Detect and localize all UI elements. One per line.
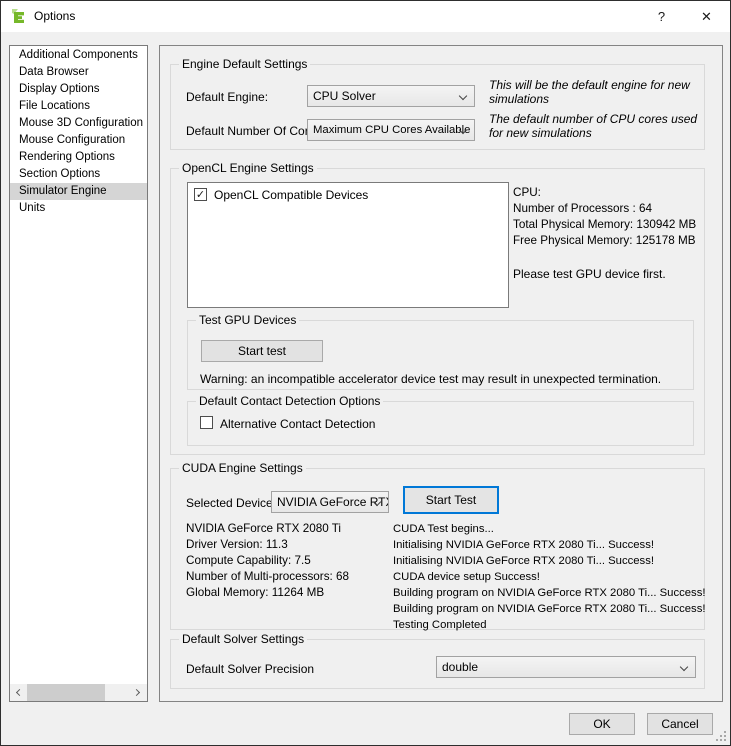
test-gpu-devices-group: Test GPU Devices Start test Warning: an …: [187, 320, 694, 390]
opencl-devices-checkbox[interactable]: ✓: [194, 188, 207, 201]
default-engine-label: Default Engine:: [186, 90, 268, 104]
cpu-info-line: CPU:: [513, 185, 696, 201]
opencl-devices-checkbox-label: OpenCL Compatible Devices: [214, 188, 368, 202]
cuda-test-log-line: CUDA device setup Success!: [393, 569, 705, 585]
engine-default-settings-group: Engine Default Settings Default Engine: …: [170, 64, 705, 150]
cuda-device-info-line: Driver Version: 11.3: [186, 537, 349, 553]
sidebar-item-mouse-3d-configuration[interactable]: Mouse 3D Configuration: [10, 115, 147, 132]
sidebar-item-file-locations[interactable]: File Locations: [10, 98, 147, 115]
cuda-device-info-line: NVIDIA GeForce RTX 2080 Ti: [186, 521, 349, 537]
cuda-test-log-line: Testing Completed: [393, 617, 705, 633]
cores-value: Maximum CPU Cores Available: [313, 124, 470, 136]
cuda-device-info-line: Compute Capability: 7.5: [186, 553, 349, 569]
solver-precision-label: Default Solver Precision: [186, 662, 314, 676]
sidebar-item-display-options[interactable]: Display Options: [10, 81, 147, 98]
alternative-contact-label: Alternative Contact Detection: [220, 417, 375, 431]
default-engine-value: CPU Solver: [313, 89, 376, 103]
group-title: Default Contact Detection Options: [196, 394, 383, 408]
alternative-contact-checkbox[interactable]: [200, 416, 213, 429]
gpu-test-hint: Please test GPU device first.: [513, 266, 666, 282]
sidebar-item-additional-components[interactable]: Additional Components: [10, 47, 147, 64]
sidebar-item-section-options[interactable]: Section Options: [10, 166, 147, 183]
cuda-test-log: CUDA Test begins... Initialising NVIDIA …: [393, 521, 705, 633]
chevron-down-icon: [459, 92, 467, 100]
window-title: Options: [34, 1, 75, 32]
opencl-devices-listbox[interactable]: ✓ OpenCL Compatible Devices: [187, 182, 509, 308]
solver-precision-value: double: [442, 660, 478, 674]
cuda-device-info-line: Number of Multi-processors: 68: [186, 569, 349, 585]
sidebar-item-rendering-options[interactable]: Rendering Options: [10, 149, 147, 166]
sidebar-item-data-browser[interactable]: Data Browser: [10, 64, 147, 81]
cuda-device-info-line: Global Memory: 11264 MB: [186, 585, 349, 601]
cpu-info-line: Total Physical Memory: 130942 MB: [513, 217, 696, 233]
sidebar-item-mouse-configuration[interactable]: Mouse Configuration: [10, 132, 147, 149]
group-title: OpenCL Engine Settings: [179, 161, 317, 175]
ok-button[interactable]: OK: [569, 713, 635, 735]
group-title: Test GPU Devices: [196, 313, 299, 327]
cores-select[interactable]: Maximum CPU Cores Available: [307, 119, 475, 141]
scrollbar-thumb[interactable]: [27, 684, 105, 701]
help-button[interactable]: ?: [639, 1, 684, 32]
contact-detection-group: Default Contact Detection Options Altern…: [187, 401, 694, 446]
cores-label: Default Number Of Cores: [186, 124, 321, 138]
start-test-gpu-button[interactable]: Start test: [201, 340, 323, 362]
group-title: Engine Default Settings: [179, 57, 310, 71]
cpu-info-line: Number of Processors : 64: [513, 201, 696, 217]
sidebar-item-simulator-engine[interactable]: Simulator Engine: [10, 183, 147, 200]
solver-precision-select[interactable]: double: [436, 656, 696, 678]
cuda-test-log-line: Building program on NVIDIA GeForce RTX 2…: [393, 601, 705, 617]
scroll-left-arrow-icon[interactable]: [10, 684, 27, 701]
options-dialog: Options ? ✕ Additional Components Data B…: [0, 0, 731, 746]
group-title: CUDA Engine Settings: [179, 461, 306, 475]
start-test-cuda-button[interactable]: Start Test: [403, 486, 499, 514]
cancel-button[interactable]: Cancel: [647, 713, 713, 735]
opencl-engine-settings-group: OpenCL Engine Settings ✓ OpenCL Compatib…: [170, 168, 705, 455]
cuda-test-log-line: Building program on NVIDIA GeForce RTX 2…: [393, 585, 705, 601]
simulator-engine-panel: Engine Default Settings Default Engine: …: [159, 45, 723, 702]
category-list: Additional Components Data Browser Displ…: [9, 45, 148, 702]
default-engine-select[interactable]: CPU Solver: [307, 85, 475, 107]
cuda-device-info: NVIDIA GeForce RTX 2080 Ti Driver Versio…: [186, 521, 349, 601]
app-icon: [11, 8, 28, 25]
resize-grip[interactable]: [716, 731, 726, 741]
default-engine-note: This will be the default engine for new …: [489, 78, 701, 106]
cuda-engine-settings-group: CUDA Engine Settings Selected Device: NV…: [170, 468, 705, 630]
checkmark-icon: ✓: [196, 189, 205, 201]
scroll-right-arrow-icon[interactable]: [130, 684, 147, 701]
selected-device-label: Selected Device:: [186, 496, 276, 510]
default-solver-settings-group: Default Solver Settings Default Solver P…: [170, 639, 705, 689]
gpu-test-warning: Warning: an incompatible accelerator dev…: [200, 372, 661, 386]
selected-device-select[interactable]: NVIDIA GeForce RTX: [271, 491, 389, 513]
titlebar: Options ? ✕: [1, 1, 730, 32]
sidebar-horizontal-scrollbar[interactable]: [10, 684, 147, 701]
cpu-info: CPU: Number of Processors : 64 Total Phy…: [513, 185, 696, 249]
cuda-test-log-line: CUDA Test begins...: [393, 521, 705, 537]
cuda-test-log-line: Initialising NVIDIA GeForce RTX 2080 Ti.…: [393, 537, 705, 553]
close-icon[interactable]: ✕: [684, 1, 729, 32]
group-title: Default Solver Settings: [179, 632, 307, 646]
cuda-test-log-line: Initialising NVIDIA GeForce RTX 2080 Ti.…: [393, 553, 705, 569]
sidebar-item-units[interactable]: Units: [10, 200, 147, 217]
chevron-down-icon: [680, 663, 688, 671]
cores-note: The default number of CPU cores used for…: [489, 112, 711, 140]
cpu-info-line: Free Physical Memory: 125178 MB: [513, 233, 696, 249]
